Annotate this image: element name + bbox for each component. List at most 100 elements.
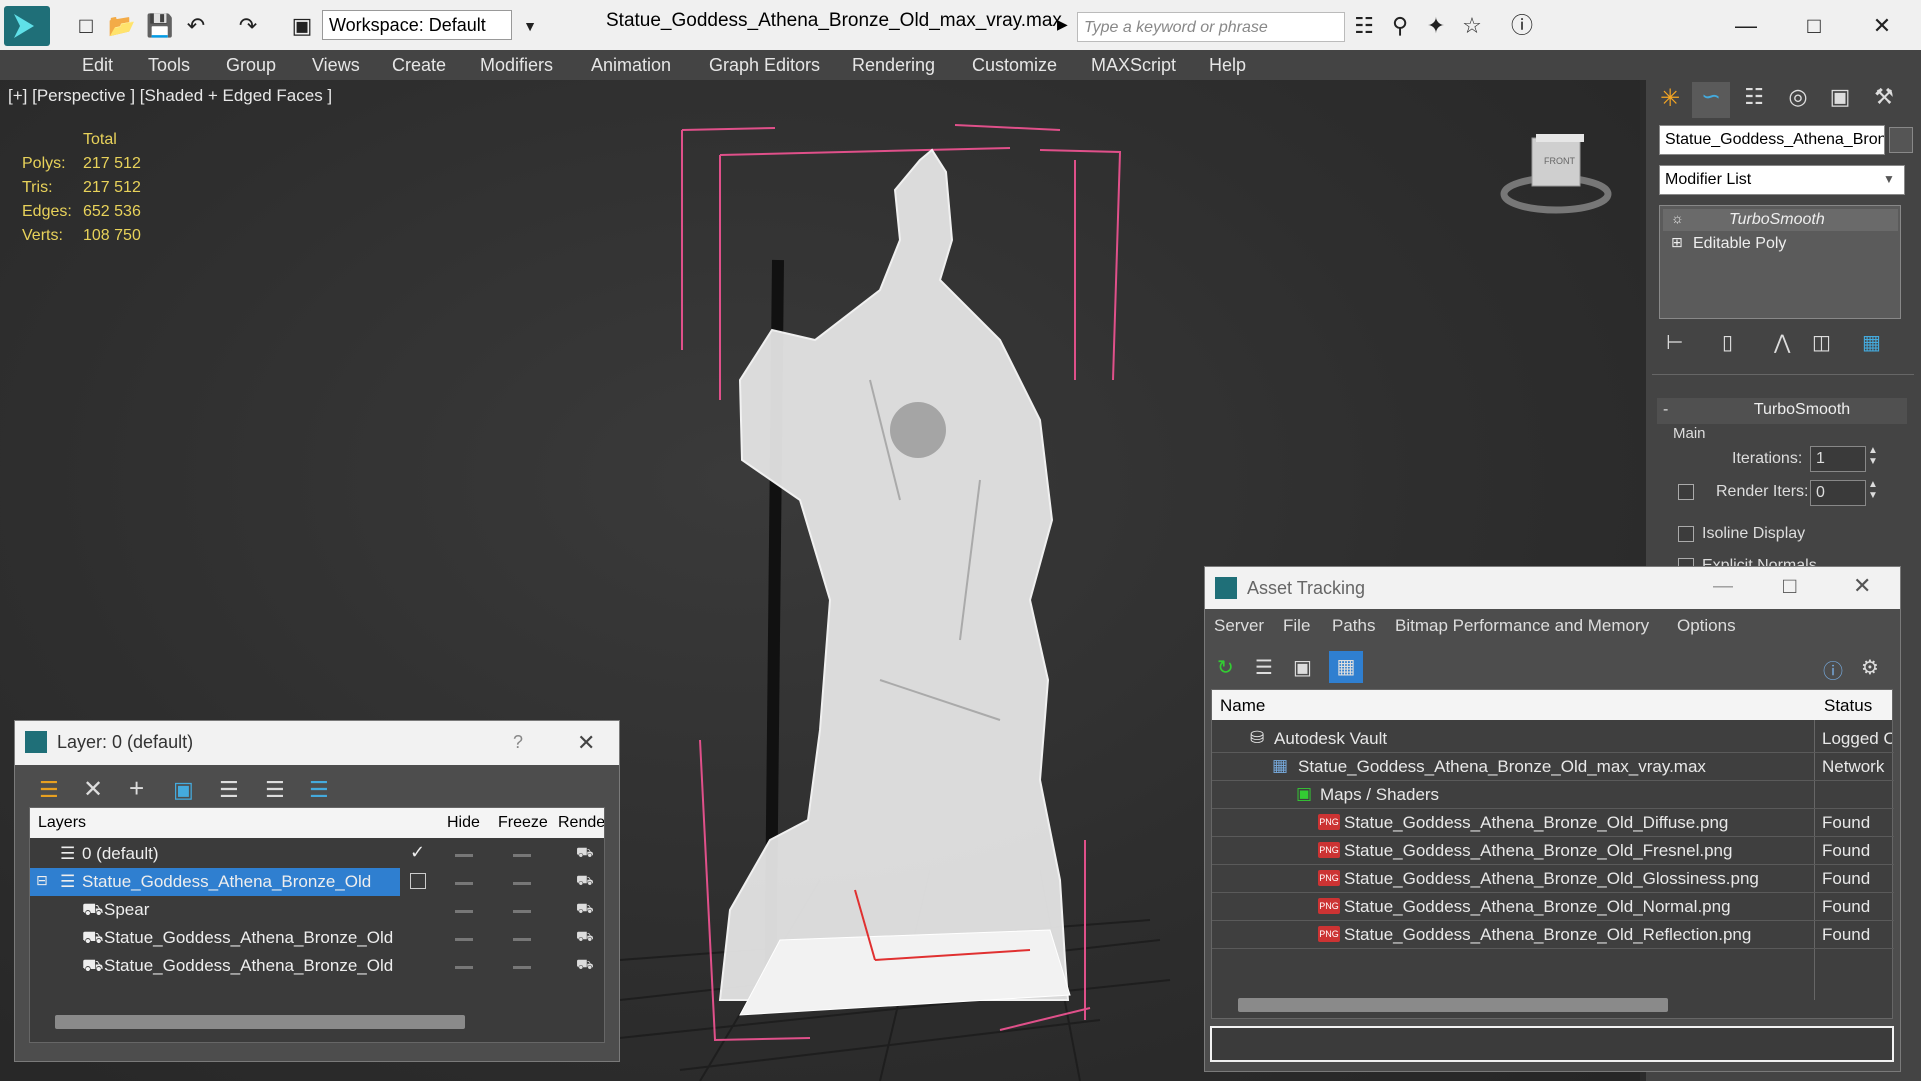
column-header-hide[interactable]: Hide — [447, 814, 480, 832]
set-current-layer-icon[interactable] — [410, 873, 426, 889]
new-file-icon[interactable]: □ — [72, 12, 100, 40]
menu-views[interactable]: Views — [312, 55, 360, 76]
motion-tab-icon[interactable]: ◎ — [1780, 84, 1816, 116]
save-icon[interactable]: 💾 — [146, 12, 174, 40]
search-input[interactable]: Type a keyword or phrase — [1077, 12, 1345, 42]
table-view-icon[interactable]: ▦ — [1329, 651, 1363, 683]
column-header-name[interactable]: Name — [1220, 696, 1265, 716]
active-layer-check-icon[interactable]: ✓ — [410, 842, 425, 863]
menu-file[interactable]: File — [1283, 616, 1310, 636]
menu-help[interactable]: Help — [1209, 55, 1246, 76]
help-icon[interactable]: ? — [513, 732, 523, 753]
render-teapot-icon[interactable]: ⛟ — [576, 844, 594, 863]
layer-dialog-titlebar[interactable]: Layer: 0 (default) ? ✕ — [15, 721, 619, 765]
workspace-dropdown[interactable]: Workspace: Default — [322, 10, 512, 40]
render-teapot-icon[interactable]: ⛟ — [576, 900, 594, 919]
column-header-layers[interactable]: Layers — [38, 814, 86, 832]
asset-row-texture[interactable]: PNG Statue_Goddess_Athena_Bronze_Old_Glo… — [1212, 865, 1894, 893]
vault-settings-icon[interactable]: ⚙ — [1861, 655, 1879, 680]
layer-row-selected[interactable]: ⊟ ☰ Statue_Goddess_Athena_Bronze_Old — [30, 868, 400, 896]
maximize-icon[interactable]: □ — [1800, 12, 1828, 40]
menu-modifiers[interactable]: Modifiers — [480, 55, 553, 76]
spinner-arrows-icon[interactable]: ▲ ▼ — [1868, 479, 1878, 501]
utilities-tab-icon[interactable]: ⚒ — [1866, 84, 1902, 116]
hierarchy-tab-icon[interactable]: ☷ — [1736, 84, 1772, 116]
undo-icon[interactable]: ↶ — [182, 12, 210, 40]
stack-item-turbosmooth[interactable]: ☼ TurboSmooth — [1663, 209, 1898, 231]
new-layer-icon[interactable]: ☰ — [39, 777, 59, 803]
asset-row-max-file[interactable]: ▦ Statue_Goddess_Athena_Bronze_Old_max_v… — [1212, 753, 1894, 781]
hide-toggle[interactable] — [455, 938, 473, 941]
menu-maxscript[interactable]: MAXScript — [1091, 55, 1176, 76]
remove-modifier-icon[interactable]: ◫ — [1812, 330, 1831, 355]
app-logo-icon[interactable] — [4, 6, 50, 46]
close-icon[interactable]: ✕ — [1868, 12, 1896, 40]
favorite-star-icon[interactable]: ☆ — [1458, 12, 1486, 40]
hide-toggle[interactable] — [455, 854, 473, 857]
iterations-spinner[interactable]: 1 — [1810, 446, 1866, 472]
hide-toggle[interactable] — [455, 882, 473, 885]
render-teapot-icon[interactable]: ⛟ — [576, 956, 594, 975]
select-objects-icon[interactable]: ▣ — [173, 777, 194, 803]
menu-customize[interactable]: Customize — [972, 55, 1057, 76]
list-view-icon[interactable]: ☰ — [1255, 655, 1273, 680]
menu-create[interactable]: Create — [392, 55, 446, 76]
asset-row-vault[interactable]: ⛁ Autodesk Vault Logged O — [1212, 725, 1894, 753]
collapse-minus-icon[interactable]: ⊟ — [36, 872, 48, 889]
close-icon[interactable]: ✕ — [1853, 573, 1871, 599]
project-folder-icon[interactable]: ▣ — [288, 12, 316, 40]
show-end-result-icon[interactable]: ▯ — [1722, 330, 1733, 355]
rollout-collapse-icon[interactable]: - — [1663, 401, 1668, 419]
thumbnail-view-icon[interactable]: ▣ — [1293, 655, 1312, 680]
chevron-down-icon[interactable]: ▼ — [516, 12, 544, 40]
object-color-swatch[interactable] — [1889, 127, 1913, 153]
menu-rendering[interactable]: Rendering — [852, 55, 935, 76]
spinner-arrows-icon[interactable]: ▲ ▼ — [1868, 445, 1878, 467]
vault-help-icon[interactable]: ⓘ — [1823, 655, 1843, 684]
menu-edit[interactable]: Edit — [82, 55, 113, 76]
redo-icon[interactable]: ↷ — [234, 12, 262, 40]
isoline-display-checkbox[interactable] — [1678, 526, 1694, 542]
menu-paths[interactable]: Paths — [1332, 616, 1375, 636]
delete-layer-icon[interactable]: ✕ — [83, 775, 103, 804]
render-iters-checkbox[interactable] — [1678, 484, 1694, 500]
asset-row-maps-folder[interactable]: ▣ Maps / Shaders — [1212, 781, 1894, 809]
viewcube[interactable]: FRONT — [1500, 130, 1612, 220]
minimize-icon[interactable]: — — [1732, 12, 1760, 40]
asset-dialog-titlebar[interactable]: Asset Tracking — □ ✕ — [1205, 567, 1900, 609]
play-triangle-icon[interactable]: ▶ — [1057, 16, 1068, 33]
menu-options[interactable]: Options — [1677, 616, 1736, 636]
menu-group[interactable]: Group — [226, 55, 276, 76]
freeze-toggle[interactable] — [513, 966, 531, 969]
asset-row-texture[interactable]: PNG Statue_Goddess_Athena_Bronze_Old_Dif… — [1212, 809, 1894, 837]
freeze-toggle[interactable] — [513, 882, 531, 885]
modify-tab-icon[interactable]: ∽ — [1692, 82, 1730, 118]
freeze-toggle[interactable] — [513, 938, 531, 941]
column-header-freeze[interactable]: Freeze — [498, 814, 548, 832]
rollout-header-turbosmooth[interactable]: - TurboSmooth — [1657, 398, 1907, 424]
expand-plus-icon[interactable]: ⊞ — [1671, 234, 1683, 251]
asset-path-field[interactable] — [1210, 1026, 1894, 1062]
hide-all-icon[interactable]: ☰ — [265, 777, 285, 803]
menu-tools[interactable]: Tools — [148, 55, 190, 76]
make-unique-icon[interactable]: ⋀ — [1774, 330, 1790, 355]
refresh-icon[interactable]: ↻ — [1217, 655, 1234, 680]
search-icon[interactable]: ⚲ — [1386, 12, 1414, 40]
open-file-icon[interactable]: 📂 — [108, 12, 136, 40]
maximize-icon[interactable]: □ — [1783, 573, 1796, 599]
minimize-icon[interactable]: — — [1713, 575, 1733, 598]
create-tab-icon[interactable]: ✳ — [1652, 84, 1688, 116]
display-tab-icon[interactable]: ▣ — [1822, 84, 1858, 116]
chevron-down-icon[interactable]: ▼ — [1883, 172, 1895, 186]
render-teapot-icon[interactable]: ⛟ — [576, 928, 594, 947]
column-header-render[interactable]: Rende — [558, 814, 604, 832]
menu-bitmap-performance[interactable]: Bitmap Performance and Memory — [1395, 616, 1649, 636]
stack-item-editable-poly[interactable]: ⊞ Editable Poly — [1663, 233, 1898, 255]
menu-animation[interactable]: Animation — [591, 55, 671, 76]
asset-row-texture[interactable]: PNG Statue_Goddess_Athena_Bronze_Old_Fre… — [1212, 837, 1894, 865]
hide-toggle[interactable] — [455, 910, 473, 913]
freeze-all-icon[interactable]: ☰ — [309, 777, 329, 803]
close-icon[interactable]: ✕ — [577, 730, 595, 756]
column-header-status[interactable]: Status — [1824, 696, 1872, 716]
object-name-field[interactable]: Statue_Goddess_Athena_Bronze — [1659, 125, 1885, 155]
